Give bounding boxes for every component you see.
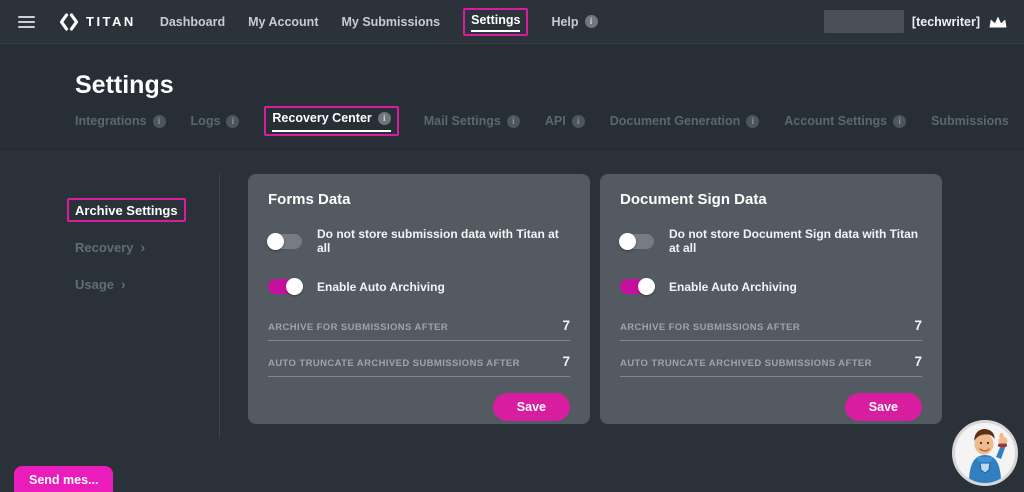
do-not-store-row: Do not store submission data with Titan … — [267, 227, 570, 255]
save-button[interactable]: Save — [492, 393, 570, 421]
card-title: Forms Data — [268, 191, 351, 208]
tab-account-settings[interactable]: Account Settings i — [784, 114, 907, 128]
tab-document-generation-label: Document Generation — [609, 114, 741, 128]
archive-after-value[interactable]: 7 — [562, 318, 570, 333]
tab-account-settings-label: Account Settings — [784, 114, 888, 128]
do-not-store-toggle[interactable] — [267, 232, 302, 250]
info-icon[interactable]: i — [893, 114, 907, 128]
save-button[interactable]: Save — [844, 393, 922, 421]
auto-truncate-value[interactable]: 7 — [914, 354, 922, 369]
recovery-sidebar: Archive Settings Recovery › Usage › — [0, 198, 219, 313]
tab-api-label: API — [544, 114, 566, 128]
do-not-store-label: Do not store Document Sign data with Tit… — [669, 227, 919, 255]
crown-icon[interactable] — [988, 15, 1008, 29]
top-navigation: Dashboard My Account My Submissions Sett… — [160, 7, 598, 36]
sidebar-item-usage[interactable]: Usage › — [75, 276, 219, 292]
auto-archiving-label: Enable Auto Archiving — [317, 279, 445, 294]
info-icon[interactable]: i — [584, 15, 598, 28]
nav-settings[interactable]: Settings — [471, 13, 521, 32]
toggle-knob — [267, 232, 284, 250]
auto-truncate-value[interactable]: 7 — [562, 354, 570, 369]
auto-archiving-row: Enable Auto Archiving — [620, 278, 922, 295]
auto-truncate-field[interactable]: AUTO TRUNCATE ARCHIVED SUBMISSIONS AFTER… — [268, 354, 570, 377]
do-not-store-row: Do not store Document Sign data with Tit… — [619, 227, 922, 255]
brand-name: TITAN — [86, 14, 136, 29]
auto-truncate-field[interactable]: AUTO TRUNCATE ARCHIVED SUBMISSIONS AFTER… — [620, 354, 922, 377]
page-title: Settings — [75, 71, 174, 99]
settings-annotation-box: Settings — [463, 7, 529, 36]
auto-archiving-toggle[interactable] — [620, 278, 655, 295]
do-not-store-toggle[interactable] — [619, 232, 654, 250]
sidebar-item-usage-label: Usage — [75, 276, 115, 292]
tab-recovery-center-label: Recovery Center — [272, 111, 372, 125]
titan-logo-icon — [59, 12, 79, 31]
chevron-right-icon: › — [121, 276, 126, 292]
auto-truncate-label: AUTO TRUNCATE ARCHIVED SUBMISSIONS AFTER — [268, 358, 520, 369]
auto-truncate-label: AUTO TRUNCATE ARCHIVED SUBMISSIONS AFTER — [620, 358, 872, 369]
tab-logs-label: Logs — [190, 114, 221, 128]
tab-integrations[interactable]: Integrations i — [75, 114, 166, 128]
archive-after-value[interactable]: 7 — [914, 318, 922, 333]
mascot-illustration — [955, 423, 1015, 483]
auto-archiving-row: Enable Auto Archiving — [268, 278, 570, 295]
info-icon[interactable]: i — [506, 114, 520, 128]
hamburger-menu-icon[interactable] — [18, 15, 35, 28]
tab-recovery-center[interactable]: Recovery Center i — [272, 111, 391, 132]
tab-recovery-center-inner: Recovery Center i — [272, 111, 391, 132]
archive-after-label: ARCHIVE FOR SUBMISSIONS AFTER — [620, 322, 801, 333]
toggle-knob — [286, 278, 303, 295]
info-icon[interactable]: i — [571, 114, 585, 128]
sidebar-item-archive-settings[interactable]: Archive Settings — [75, 203, 178, 218]
save-row: Save — [620, 393, 922, 421]
tab-api[interactable]: API i — [545, 114, 585, 128]
cards-container: Forms Data Do not store submission data … — [248, 174, 942, 424]
chevron-right-icon: › — [140, 239, 146, 255]
do-not-store-label: Do not store submission data with Titan … — [317, 227, 559, 255]
info-icon[interactable]: i — [226, 114, 240, 128]
archive-after-label: ARCHIVE FOR SUBMISSIONS AFTER — [268, 322, 449, 333]
brand-logo[interactable]: TITAN — [59, 12, 136, 32]
top-bar-right: [techwriter] — [823, 10, 1008, 33]
forms-data-card: Forms Data Do not store submission data … — [248, 174, 590, 424]
tab-document-generation[interactable]: Document Generation i — [610, 114, 760, 128]
info-icon[interactable]: i — [746, 114, 760, 128]
tab-mail-settings-label: Mail Settings — [423, 114, 501, 128]
recovery-center-annotation-box: Recovery Center i — [264, 106, 399, 136]
toggle-knob — [638, 278, 655, 295]
support-mascot-avatar[interactable] — [952, 420, 1018, 486]
nav-my-account[interactable]: My Account — [248, 15, 318, 29]
archive-settings-annotation-box: Archive Settings — [67, 198, 186, 222]
tab-mail-settings[interactable]: Mail Settings i — [424, 114, 520, 128]
tab-integrations-label: Integrations — [75, 114, 147, 128]
tab-submissions[interactable]: Submissions — [931, 114, 1009, 128]
sidebar-item-recovery[interactable]: Recovery › — [75, 239, 219, 255]
sidebar-item-archive-settings-label: Archive Settings — [75, 203, 178, 218]
info-icon[interactable]: i — [152, 114, 166, 128]
settings-header-section: Settings Integrations i Logs i Recovery … — [0, 44, 1024, 150]
sidebar-item-recovery-label: Recovery — [75, 239, 134, 255]
auto-archiving-label: Enable Auto Archiving — [669, 279, 797, 294]
nav-help-label: Help — [551, 14, 579, 29]
info-icon[interactable]: i — [377, 111, 391, 125]
send-message-button[interactable]: Send mes... — [14, 466, 114, 492]
top-bar: TITAN Dashboard My Account My Submission… — [0, 0, 1024, 44]
save-row: Save — [268, 393, 570, 421]
tab-submissions-label: Submissions — [931, 114, 1009, 128]
archive-after-field[interactable]: ARCHIVE FOR SUBMISSIONS AFTER 7 — [620, 318, 922, 341]
tab-logs[interactable]: Logs i — [191, 114, 240, 128]
username-label: [techwriter] — [911, 14, 980, 29]
redacted-account-box — [823, 10, 904, 33]
nav-help[interactable]: Help i — [551, 14, 598, 29]
archive-after-field[interactable]: ARCHIVE FOR SUBMISSIONS AFTER 7 — [268, 318, 570, 341]
card-title: Document Sign Data — [620, 191, 767, 208]
recovery-center-content: Archive Settings Recovery › Usage › Form… — [0, 150, 1024, 492]
nav-dashboard[interactable]: Dashboard — [160, 15, 225, 29]
sidebar-divider — [219, 174, 220, 438]
auto-archiving-toggle[interactable] — [268, 278, 303, 295]
settings-tab-bar: Integrations i Logs i Recovery Center i … — [75, 106, 1024, 136]
toggle-knob — [619, 232, 636, 250]
document-sign-data-card: Document Sign Data Do not store Document… — [600, 174, 942, 424]
nav-my-submissions[interactable]: My Submissions — [341, 15, 440, 29]
